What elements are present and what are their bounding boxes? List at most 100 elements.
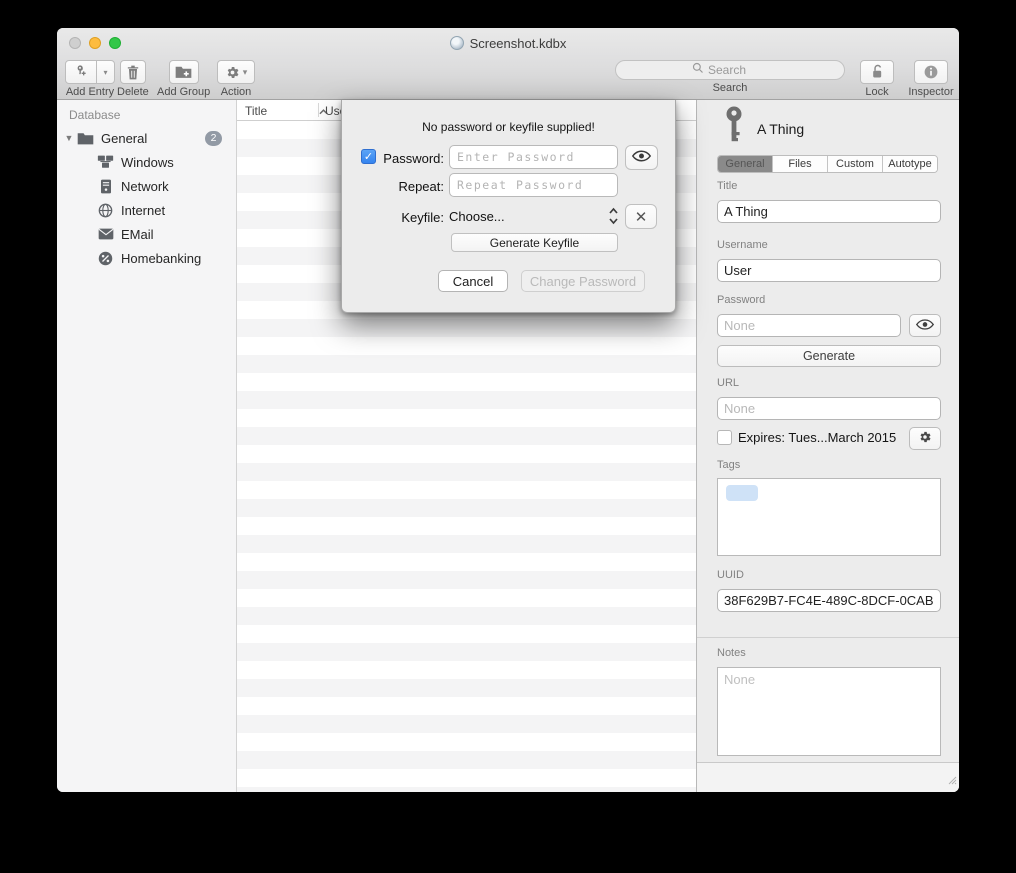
popup-stepper-icon[interactable] — [608, 206, 619, 231]
tab-custom[interactable]: Custom — [828, 156, 883, 172]
repeat-label: Repeat: — [379, 179, 444, 194]
server-icon — [97, 178, 114, 195]
separator — [697, 637, 959, 638]
url-field-label: URL — [717, 377, 739, 389]
entry-title: A Thing — [757, 121, 804, 137]
notes-label: Notes — [717, 647, 746, 659]
inspector-label: Inspector — [908, 86, 953, 98]
tab-general[interactable]: General — [718, 156, 773, 172]
add-group-button[interactable] — [169, 60, 199, 84]
titlebar[interactable]: Screenshot.kdbx — [57, 28, 959, 58]
password-label: Password: — [379, 151, 444, 166]
reveal-password-button[interactable] — [625, 145, 658, 170]
enter-password-input[interactable] — [449, 145, 618, 169]
add-entry-button[interactable] — [65, 60, 97, 84]
password-field-label: Password — [717, 294, 765, 306]
delete-group: Delete — [117, 60, 149, 98]
gear-icon — [225, 65, 240, 80]
sidebar-item-windows[interactable]: Windows — [57, 150, 236, 174]
open-padlock-icon — [870, 64, 885, 80]
resize-grip[interactable] — [947, 772, 957, 790]
key-plus-icon — [73, 64, 89, 80]
checkmark-icon: ✓ — [364, 150, 373, 163]
magnifier-icon — [692, 61, 704, 79]
title-field-label: Title — [717, 180, 737, 192]
generate-keyfile-button[interactable]: Generate Keyfile — [451, 233, 618, 252]
lock-button[interactable] — [860, 60, 894, 84]
keyfile-popup[interactable]: Choose... — [449, 204, 619, 229]
sidebar-item-label: Network — [121, 179, 169, 194]
notes-field[interactable] — [717, 667, 941, 756]
tags-label: Tags — [717, 459, 740, 471]
search-input[interactable] — [708, 63, 768, 77]
title-area: Screenshot.kdbx — [57, 28, 959, 58]
expires-options-button[interactable] — [909, 427, 941, 450]
entry-header: A Thing — [721, 106, 804, 151]
sidebar-item-homebanking[interactable]: Homebanking — [57, 246, 236, 270]
action-button[interactable]: ▾ — [217, 60, 255, 84]
search-group: Search — [615, 60, 845, 94]
folder-plus-icon — [175, 65, 192, 79]
search-input-wrap[interactable] — [615, 60, 845, 80]
username-field-label: Username — [717, 239, 768, 251]
inspector-button[interactable] — [914, 60, 948, 84]
eye-icon — [916, 319, 934, 333]
eye-icon — [632, 149, 651, 167]
delete-button[interactable] — [120, 60, 146, 84]
column-header-title[interactable]: Title — [245, 100, 328, 121]
trash-icon — [126, 65, 140, 80]
password-checkbox[interactable]: ✓ — [361, 149, 376, 164]
tags-box[interactable] — [717, 478, 941, 556]
username-field[interactable] — [717, 259, 941, 282]
globe-icon — [97, 202, 114, 219]
action-group: ▾ Action — [217, 60, 255, 98]
clear-keyfile-button[interactable]: ✕ — [625, 204, 657, 229]
cancel-button[interactable]: Cancel — [438, 270, 508, 292]
sidebar-item-label: EMail — [121, 227, 154, 242]
lock-label: Lock — [865, 86, 888, 98]
envelope-icon — [97, 226, 114, 243]
sidebar-item-email[interactable]: EMail — [57, 222, 236, 246]
key-icon — [721, 106, 747, 151]
uuid-label: UUID — [717, 569, 744, 581]
sidebar-item-label: Windows — [121, 155, 174, 170]
gear-icon — [918, 430, 932, 447]
uuid-field[interactable] — [717, 589, 941, 612]
window-title: Screenshot.kdbx — [470, 36, 567, 51]
disclosure-triangle-icon[interactable]: ▼ — [61, 133, 77, 143]
sidebar-section-header: Database — [57, 104, 236, 126]
add-entry-label: Add Entry — [66, 86, 114, 98]
password-field[interactable] — [717, 314, 901, 337]
expires-checkbox[interactable] — [717, 430, 732, 445]
sidebar-item-network[interactable]: Network — [57, 174, 236, 198]
tab-files[interactable]: Files — [773, 156, 828, 172]
generate-password-button[interactable]: Generate — [717, 345, 941, 367]
entry-count-badge: 2 — [205, 131, 222, 146]
column-divider[interactable] — [318, 103, 319, 117]
tab-autotype[interactable]: Autotype — [883, 156, 937, 172]
tag-pill[interactable] — [726, 485, 758, 501]
chevron-down-icon: ▾ — [103, 68, 107, 77]
document-icon — [450, 36, 464, 50]
lock-group: Lock — [858, 60, 896, 98]
change-password-sheet: No password or keyfile supplied! ✓ Passw… — [341, 100, 676, 313]
app-window: Screenshot.kdbx ▾ Add Entry — [57, 28, 959, 792]
close-x-icon: ✕ — [635, 208, 648, 226]
action-label: Action — [221, 86, 252, 98]
inspector-toggle-group: Inspector — [903, 60, 959, 98]
chevron-down-icon: ▾ — [243, 67, 248, 78]
add-group-group: Add Group — [157, 60, 210, 98]
sidebar-item-internet[interactable]: Internet — [57, 198, 236, 222]
title-field[interactable] — [717, 200, 941, 223]
sidebar-item-general[interactable]: ▼ General 2 — [57, 126, 236, 150]
percent-icon — [97, 250, 114, 267]
reveal-password-button[interactable] — [909, 314, 941, 337]
inspector-panel: A Thing General Files Custom Autotype Ti… — [696, 100, 959, 792]
add-entry-dropdown-button[interactable]: ▾ — [97, 60, 115, 84]
url-field[interactable] — [717, 397, 941, 420]
sheet-message: No password or keyfile supplied! — [342, 120, 675, 134]
repeat-password-input[interactable] — [449, 173, 618, 197]
change-password-button[interactable]: Change Password — [521, 270, 645, 292]
sidebar: Database ▼ General 2 Windows Network — [57, 100, 237, 792]
delete-label: Delete — [117, 86, 149, 98]
